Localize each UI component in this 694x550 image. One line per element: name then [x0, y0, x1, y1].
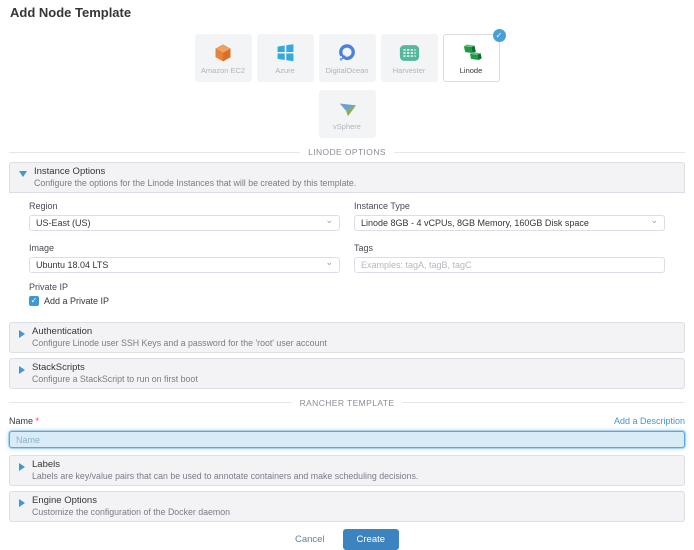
cancel-button[interactable]: Cancel [295, 534, 325, 545]
instance-options-title: Instance Options [34, 166, 356, 178]
name-label: Name * [9, 416, 39, 426]
provider-card-label: Amazon EC2 [201, 67, 245, 75]
labels-subtitle: Labels are key/value pairs that can be u… [32, 471, 418, 482]
amazon-ec2-icon [213, 42, 233, 64]
tags-field: Tags [354, 243, 665, 273]
provider-card-label: Harvester [393, 67, 426, 75]
footer-actions: Cancel Create [9, 529, 685, 550]
engine-options-title: Engine Options [32, 495, 230, 507]
authentication-title: Authentication [32, 326, 327, 338]
separator-line [9, 402, 292, 403]
provider-row-2: vSphere [319, 90, 376, 138]
instance-options-body: Region US-East (US) ⌄ Instance Type Lino… [9, 193, 685, 316]
private-ip-label: Private IP [29, 282, 665, 292]
chevron-down-icon: ⌄ [325, 216, 333, 225]
separator-line [9, 152, 300, 153]
private-ip-checkbox-row[interactable]: ✓ Add a Private IP [29, 296, 665, 306]
required-marker: * [36, 416, 40, 426]
stackscripts-accordion-text: StackScripts Configure a StackScript to … [32, 362, 198, 385]
provider-card-digitalocean[interactable]: DigitalOcean [319, 34, 376, 82]
provider-row-1: Amazon EC2 Azure [195, 34, 500, 82]
image-value: Ubuntu 18.04 LTS [36, 260, 108, 270]
instance-options-subtitle: Configure the options for the Linode Ins… [34, 178, 356, 189]
chevron-collapsed-icon [19, 499, 25, 507]
linode-options-separator: LINODE OPTIONS [9, 147, 685, 157]
engine-options-subtitle: Customize the configuration of the Docke… [32, 507, 230, 518]
chevron-collapsed-icon [19, 366, 25, 374]
authentication-accordion-text: Authentication Configure Linode user SSH… [32, 326, 327, 349]
provider-card-harvester[interactable]: Harvester [381, 34, 438, 82]
tags-input[interactable] [354, 257, 665, 273]
labels-accordion[interactable]: Labels Labels are key/value pairs that c… [9, 455, 685, 486]
chevron-expanded-icon [19, 171, 27, 177]
stackscripts-title: StackScripts [32, 362, 198, 374]
separator-line [402, 402, 685, 403]
provider-card-linode[interactable]: ✓ Linode [443, 34, 500, 82]
instance-options-header-text: Instance Options Configure the options f… [34, 166, 356, 189]
rancher-template-heading: RANCHER TEMPLATE [300, 398, 395, 408]
separator-line [394, 152, 685, 153]
instance-options-header[interactable]: Instance Options Configure the options f… [9, 162, 685, 193]
provider-card-amazon-ec2[interactable]: Amazon EC2 [195, 34, 252, 82]
digitalocean-icon [337, 42, 357, 64]
add-node-template-page: Add Node Template Amazon EC2 [0, 0, 694, 550]
chevron-down-icon: ⌄ [325, 258, 333, 267]
labels-title: Labels [32, 459, 418, 471]
rancher-template-separator: RANCHER TEMPLATE [9, 398, 685, 408]
vsphere-icon [336, 98, 358, 120]
authentication-accordion[interactable]: Authentication Configure Linode user SSH… [9, 322, 685, 353]
instance-type-label: Instance Type [354, 201, 665, 211]
region-select[interactable]: US-East (US) ⌄ [29, 215, 340, 231]
tags-label: Tags [354, 243, 665, 253]
add-description-link[interactable]: Add a Description [614, 416, 685, 426]
private-ip-checkbox-label: Add a Private IP [44, 296, 109, 306]
provider-card-label: vSphere [333, 123, 361, 131]
stackscripts-subtitle: Configure a StackScript to run on first … [32, 374, 198, 385]
instance-type-field: Instance Type Linode 8GB - 4 vCPUs, 8GB … [354, 201, 665, 231]
chevron-collapsed-icon [19, 330, 25, 338]
engine-options-accordion[interactable]: Engine Options Customize the configurati… [9, 491, 685, 522]
provider-card-vsphere[interactable]: vSphere [319, 90, 376, 138]
provider-card-azure[interactable]: Azure [257, 34, 314, 82]
region-value: US-East (US) [36, 218, 91, 228]
chevron-down-icon: ⌄ [650, 216, 658, 225]
linode-options-heading: LINODE OPTIONS [308, 147, 386, 157]
provider-card-label: Linode [460, 67, 483, 75]
name-row: Name * Add a Description [9, 416, 685, 426]
instance-options-section: Instance Options Configure the options f… [9, 162, 685, 316]
name-input[interactable] [9, 431, 685, 448]
private-ip-checkbox[interactable]: ✓ [29, 296, 39, 306]
provider-card-label: Azure [275, 67, 295, 75]
labels-accordion-text: Labels Labels are key/value pairs that c… [32, 459, 418, 482]
page-title: Add Node Template [10, 5, 685, 20]
instance-type-value: Linode 8GB - 4 vCPUs, 8GB Memory, 160GB … [361, 218, 589, 228]
provider-card-label: DigitalOcean [326, 67, 369, 75]
region-field: Region US-East (US) ⌄ [29, 201, 340, 231]
provider-picker: Amazon EC2 Azure [9, 34, 685, 138]
image-label: Image [29, 243, 340, 253]
name-label-text: Name [9, 416, 33, 426]
stackscripts-accordion[interactable]: StackScripts Configure a StackScript to … [9, 358, 685, 389]
region-label: Region [29, 201, 340, 211]
create-button[interactable]: Create [343, 529, 400, 550]
harvester-icon [399, 42, 420, 64]
instance-type-select[interactable]: Linode 8GB - 4 vCPUs, 8GB Memory, 160GB … [354, 215, 665, 231]
azure-icon [276, 42, 295, 64]
chevron-collapsed-icon [19, 463, 25, 471]
image-field: Image Ubuntu 18.04 LTS ⌄ [29, 243, 340, 273]
private-ip-field: Private IP ✓ Add a Private IP [29, 282, 665, 306]
image-select[interactable]: Ubuntu 18.04 LTS ⌄ [29, 257, 340, 273]
selected-check-icon: ✓ [493, 29, 506, 42]
linode-icon [461, 42, 482, 64]
engine-options-accordion-text: Engine Options Customize the configurati… [32, 495, 230, 518]
authentication-subtitle: Configure Linode user SSH Keys and a pas… [32, 338, 327, 349]
